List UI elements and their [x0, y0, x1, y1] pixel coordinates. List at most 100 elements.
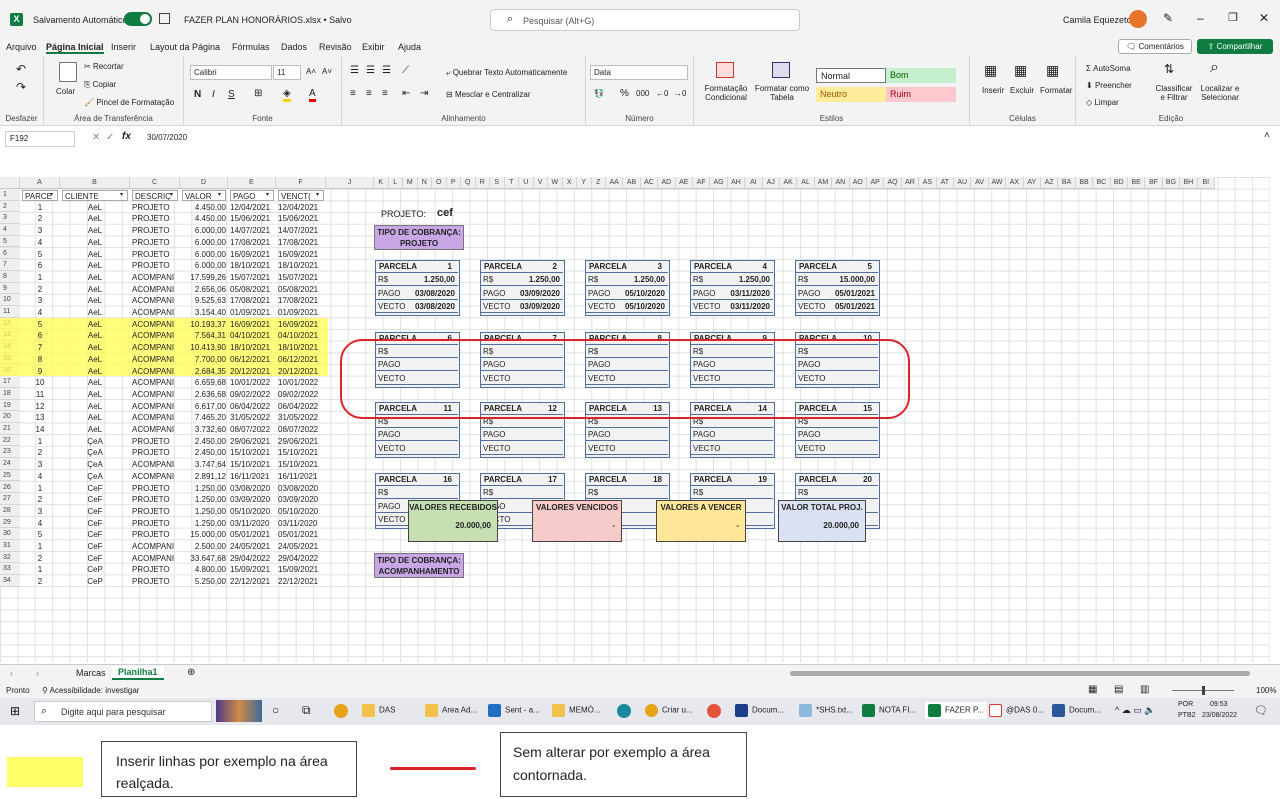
table-cell[interactable]: 2.500,00: [182, 541, 226, 552]
add-sheet-icon[interactable]: ⊕: [187, 667, 195, 678]
task-memo[interactable]: MEMÓ...: [552, 704, 601, 717]
column-header[interactable]: AF: [693, 177, 711, 189]
table-cell[interactable]: CeF: [62, 553, 128, 564]
column-header[interactable]: AS: [919, 177, 937, 189]
table-cell[interactable]: 7.700,00: [182, 354, 226, 365]
cortana-icon[interactable]: ○: [272, 703, 279, 717]
filter-dropdown-icon[interactable]: ▾: [170, 191, 173, 198]
tab-layout[interactable]: Layout da Página: [150, 42, 220, 52]
table-cell[interactable]: 10/01/2022: [278, 377, 324, 388]
table-cell[interactable]: 15.000,00: [182, 529, 226, 540]
style-ruim[interactable]: Ruim: [886, 87, 956, 102]
table-cell[interactable]: 5: [22, 319, 58, 330]
table-cell[interactable]: AeL: [62, 272, 128, 283]
parcel-pago-value[interactable]: 05/01/2021: [835, 288, 875, 300]
task-shs[interactable]: *SHS.txt...: [799, 704, 853, 717]
parcel-rs-row[interactable]: R$ 15.000,00: [796, 274, 878, 287]
table-cell[interactable]: 15/10/2021: [230, 447, 274, 458]
table-cell[interactable]: 05/08/2021: [278, 284, 324, 295]
parcel-pago-row[interactable]: PAGO: [481, 429, 563, 442]
table-cell[interactable]: AeL: [62, 307, 128, 318]
table-cell[interactable]: 7.564,31: [182, 330, 226, 341]
column-header[interactable]: BA: [1058, 177, 1076, 189]
column-header[interactable]: BD: [1110, 177, 1128, 189]
clock-time[interactable]: 09:53: [1210, 701, 1228, 708]
table-cell[interactable]: 10: [22, 377, 58, 388]
increase-decimal-icon[interactable]: ←0: [656, 89, 668, 98]
parcel-vecto-row[interactable]: VECTO 03/09/2020: [481, 301, 563, 314]
table-cell[interactable]: 20/12/2021: [230, 366, 274, 377]
table-cell[interactable]: 6.000,00: [182, 249, 226, 260]
table-cell[interactable]: 2.656,06: [182, 284, 226, 295]
table-cell[interactable]: 09/02/2022: [278, 389, 324, 400]
table-cell[interactable]: AeL: [62, 354, 128, 365]
table-cell[interactable]: 6.659,68: [182, 377, 226, 388]
align-right-icon[interactable]: ≡: [382, 88, 388, 99]
fill-button[interactable]: ⬇ Preencher: [1086, 81, 1132, 90]
table-cell[interactable]: 1.250,00: [182, 483, 226, 494]
row-header[interactable]: 10: [0, 294, 20, 306]
table-cell[interactable]: ACOMPANI: [132, 459, 178, 470]
table-cell[interactable]: ACOMPANI: [132, 377, 178, 388]
table-cell[interactable]: 15/06/2021: [278, 213, 324, 224]
task-criar[interactable]: Criar u...: [645, 704, 693, 717]
parcel-rs-value[interactable]: 1.250,00: [529, 274, 560, 286]
share-button[interactable]: ⇪ Compartilhar: [1197, 39, 1273, 54]
fx-icon[interactable]: fx: [122, 131, 131, 142]
table-cell[interactable]: 08/07/2022: [230, 424, 274, 435]
column-header[interactable]: AB: [623, 177, 641, 189]
parcel-vecto-value[interactable]: 05/01/2021: [835, 301, 875, 313]
table-cell[interactable]: ACOMPANI: [132, 295, 178, 306]
table-cell[interactable]: AeL: [62, 330, 128, 341]
row-header[interactable]: 26: [0, 481, 20, 494]
column-header[interactable]: N: [417, 177, 432, 189]
parcel-pago-row[interactable]: PAGO 05/10/2020: [586, 288, 668, 300]
table-cell[interactable]: 1.250,00: [182, 494, 226, 505]
table-cell[interactable]: 31/05/2022: [278, 412, 324, 423]
table-cell[interactable]: AeL: [62, 202, 128, 213]
table-cell[interactable]: 16/09/2021: [230, 249, 274, 260]
parcel-rs-row[interactable]: R$: [586, 487, 668, 500]
table-cell[interactable]: AeL: [62, 225, 128, 236]
parcel-pago-row[interactable]: PAGO: [796, 429, 878, 442]
table-cell[interactable]: ÇeA: [62, 471, 128, 482]
table-cell[interactable]: 14: [22, 424, 58, 435]
parcel-rs-value[interactable]: 1.250,00: [424, 274, 455, 286]
table-cell[interactable]: AeL: [62, 412, 128, 423]
table-cell[interactable]: 6.000,00: [182, 260, 226, 271]
tab-pagina-inicial[interactable]: Página Inicial: [46, 42, 104, 54]
table-cell[interactable]: 15/10/2021: [278, 447, 324, 458]
zoom-level[interactable]: 100%: [1256, 686, 1276, 695]
table-cell[interactable]: AeL: [62, 260, 128, 271]
enter-icon[interactable]: ✓: [106, 132, 114, 143]
column-header[interactable]: B: [60, 177, 130, 189]
table-cell[interactable]: CeF: [62, 518, 128, 529]
table-cell[interactable]: 29/04/2022: [278, 553, 324, 564]
table-cell[interactable]: 08/07/2022: [278, 424, 324, 435]
column-header[interactable]: AP: [867, 177, 885, 189]
table-cell[interactable]: PROJETO: [132, 564, 178, 575]
table-cell[interactable]: 4: [22, 518, 58, 529]
table-cell[interactable]: 9.525,63: [182, 295, 226, 306]
table-cell[interactable]: 13: [22, 412, 58, 423]
table-cell[interactable]: PROJETO: [132, 213, 178, 224]
table-cell[interactable]: 03/09/2020: [278, 494, 324, 505]
column-header[interactable]: W: [548, 177, 563, 189]
parcel-pago-row[interactable]: PAGO: [586, 429, 668, 442]
table-cell[interactable]: 3: [22, 295, 58, 306]
table-cell[interactable]: 03/08/2020: [230, 483, 274, 494]
paste-icon[interactable]: [59, 62, 77, 82]
table-cell[interactable]: AeL: [62, 401, 128, 412]
table-cell[interactable]: 2.450,00: [182, 447, 226, 458]
table-cell[interactable]: CeF: [62, 483, 128, 494]
table-cell[interactable]: 2.684,35: [182, 366, 226, 377]
parcel-rs-row[interactable]: R$ 1.250,00: [481, 274, 563, 287]
column-header[interactable]: F: [276, 177, 326, 189]
prev-sheet-icon[interactable]: ‹: [10, 668, 13, 678]
table-cell[interactable]: 15/06/2021: [230, 213, 274, 224]
table-cell[interactable]: 17/08/2021: [230, 295, 274, 306]
insert-cells-button[interactable]: Inserir: [982, 86, 1004, 95]
layout-indicator[interactable]: PTB2: [1178, 712, 1196, 719]
align-bottom-icon[interactable]: ☰: [382, 65, 391, 76]
parcel-vecto-row[interactable]: VECTO: [376, 443, 458, 455]
